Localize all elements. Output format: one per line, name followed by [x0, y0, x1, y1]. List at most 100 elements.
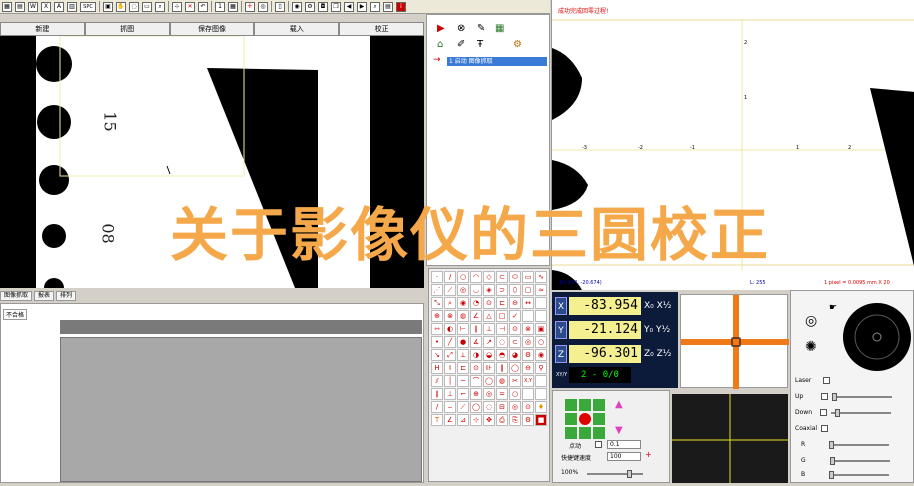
circle9-tool-icon[interactable]: ◎ — [483, 388, 495, 400]
arrow-left-icon[interactable]: ◀ — [344, 1, 354, 12]
y-zero-button[interactable]: Y₀ Y½ — [644, 325, 670, 335]
spc-icon[interactable]: SPC — [80, 1, 96, 12]
bracket-tool-icon[interactable]: ⊏ — [457, 362, 469, 374]
image-icon[interactable]: ▣ — [103, 1, 113, 12]
stop-icon[interactable]: ⊗ — [457, 23, 465, 34]
slash2-tool-icon[interactable]: / — [431, 401, 443, 413]
line2-tool-icon[interactable]: ╱ — [444, 336, 456, 348]
up-slider[interactable] — [832, 392, 893, 401]
corner-tool-icon[interactable]: ⌐ — [457, 388, 469, 400]
print-tool-icon[interactable]: ⎙ — [496, 414, 508, 426]
diamond-tool-icon[interactable]: ◇ — [483, 271, 495, 283]
tab-fail[interactable]: 不合格 — [3, 309, 28, 320]
arc-tool-icon[interactable]: ◡ — [470, 284, 482, 296]
split-tool-icon[interactable]: ⊟ — [496, 401, 508, 413]
slot-fit-icon[interactable]: ⊏ — [496, 297, 508, 309]
info-icon[interactable]: i — [396, 1, 406, 12]
arc-tool-icon[interactable]: ◠ — [470, 271, 482, 283]
grid-icon[interactable]: ▦ — [2, 1, 12, 12]
gear-icon[interactable]: ⚙ — [305, 1, 315, 12]
edit-icon[interactable]: ✐ — [457, 39, 465, 50]
arrow-tool-icon[interactable]: ↗ — [483, 336, 495, 348]
copy-icon[interactable]: ❐ — [331, 1, 341, 12]
dot-tool-icon[interactable]: • — [431, 336, 443, 348]
down-slider[interactable] — [831, 408, 892, 417]
move-tool-icon[interactable]: ✥ — [483, 414, 495, 426]
cross2-tool-icon[interactable]: ⊕ — [470, 388, 482, 400]
align-icon[interactable]: ⊹ — [172, 1, 182, 12]
zoom-icon[interactable]: ⌕ — [155, 1, 165, 12]
ellipse-tool-icon[interactable]: ⬯ — [509, 284, 521, 296]
calibrate-button[interactable]: 校正 — [339, 22, 424, 36]
gear2-tool-icon[interactable]: ⚙ — [522, 414, 534, 426]
ring-tool-icon[interactable]: ⊙ — [483, 297, 495, 309]
cross-tool-icon[interactable]: ⊗ — [522, 323, 534, 335]
save-icon[interactable]: ▤ — [15, 1, 25, 12]
table-icon[interactable]: ▦ — [228, 1, 238, 12]
hand-icon[interactable]: ☛ — [829, 303, 837, 313]
globe-icon[interactable]: ◉ — [292, 1, 302, 12]
fit-circle-icon[interactable]: ◍ — [457, 310, 469, 322]
g-slider[interactable] — [829, 456, 890, 465]
z-up-icon[interactable]: ▲ — [615, 399, 623, 410]
angle3-tool-icon[interactable]: ∠ — [444, 414, 456, 426]
step-tool-icon[interactable]: ✎ — [477, 23, 485, 34]
home-icon[interactable]: ⌂ — [437, 39, 443, 50]
ruler-tool-icon[interactable]: ⊿ — [457, 414, 469, 426]
point-tool-icon[interactable]: ⋰ — [431, 284, 443, 296]
camera-icon[interactable]: ◘ — [318, 1, 328, 12]
speed-slider[interactable] — [587, 470, 643, 478]
curve-tool-icon[interactable]: ≈ — [535, 284, 547, 296]
perp2-tool-icon[interactable]: ⊥ — [444, 388, 456, 400]
circle-dist-icon[interactable]: ◐ — [444, 323, 456, 335]
tool-icon[interactable]: Ŧ — [477, 39, 483, 50]
rect-tool-icon[interactable]: ▭ — [522, 271, 534, 283]
slash-tool-icon[interactable]: ⫽ — [431, 375, 443, 387]
target-icon[interactable]: ◎ — [258, 1, 268, 12]
slash3-tool-icon[interactable]: ⟋ — [457, 401, 469, 413]
measure-icon[interactable]: ◌ — [129, 1, 139, 12]
coaxial-checkbox[interactable] — [821, 425, 829, 432]
pillar-tool-icon[interactable]: ‖ — [496, 362, 508, 374]
speed-select[interactable]: 100 — [607, 452, 641, 461]
settings-icon[interactable]: ⚙ — [513, 39, 522, 50]
arc2-tool-icon[interactable]: ⌒ — [470, 375, 482, 387]
ellipse-fit-icon[interactable]: ⊖ — [509, 297, 521, 309]
line-dist-icon[interactable]: ⊢ — [457, 323, 469, 335]
circle8-tool-icon[interactable]: ◍ — [496, 375, 508, 387]
circle-tool-icon[interactable]: ◎ — [457, 284, 469, 296]
number-icon[interactable]: 1 — [215, 1, 225, 12]
line-tool-icon[interactable]: ⟋ — [444, 284, 456, 296]
pdf-icon[interactable]: ▥ — [67, 1, 77, 12]
slot-tool-icon[interactable]: ⊂ — [496, 271, 508, 283]
line4-tool-icon[interactable]: ─ — [457, 375, 469, 387]
bullseye-tool-icon[interactable]: ◎ — [522, 336, 534, 348]
triangle-tool-icon[interactable]: △ — [483, 310, 495, 322]
circle-tool3-icon[interactable]: ◓ — [496, 349, 508, 361]
width-tool-icon[interactable]: ↔ — [522, 297, 534, 309]
delete-icon[interactable]: ✕ — [185, 1, 195, 12]
center-tool-icon[interactable]: ⊙ — [509, 323, 521, 335]
gear-tool-icon[interactable]: ⚙ — [522, 349, 534, 361]
h-tool-icon[interactable]: H — [431, 362, 443, 374]
blank-tool-icon[interactable] — [522, 388, 534, 400]
secondary-camera-view[interactable] — [672, 394, 788, 483]
blank-tool-icon[interactable] — [522, 310, 534, 322]
circle2-tool-icon[interactable]: ● — [457, 336, 469, 348]
angle2-tool-icon[interactable]: ∡ — [470, 336, 482, 348]
distance-tool-icon[interactable]: ⇿ — [431, 323, 443, 335]
angle-tool-icon[interactable]: ∠ — [470, 310, 482, 322]
curve-tool-icon[interactable]: ∿ — [535, 271, 547, 283]
circle12-tool-icon[interactable]: ◌ — [483, 401, 495, 413]
diamond-tool-icon[interactable]: ◈ — [483, 284, 495, 296]
capture-button[interactable]: 抓图 — [84, 22, 170, 36]
run-icon[interactable]: ▶ — [437, 23, 445, 34]
search-icon[interactable]: ⌕ — [370, 1, 380, 12]
zoom-tool-icon[interactable]: ⊗ — [444, 310, 456, 322]
rect-tool-icon[interactable]: ▢ — [522, 284, 534, 296]
z-zero-button[interactable]: Z₀ Z½ — [644, 349, 672, 359]
ellipse-tool-icon[interactable]: ⬭ — [509, 271, 521, 283]
ring3-tool-icon[interactable]: ⊙ — [470, 362, 482, 374]
save-image-button[interactable]: 保存图像 — [169, 22, 255, 36]
text-tool-icon[interactable]: T — [431, 414, 443, 426]
